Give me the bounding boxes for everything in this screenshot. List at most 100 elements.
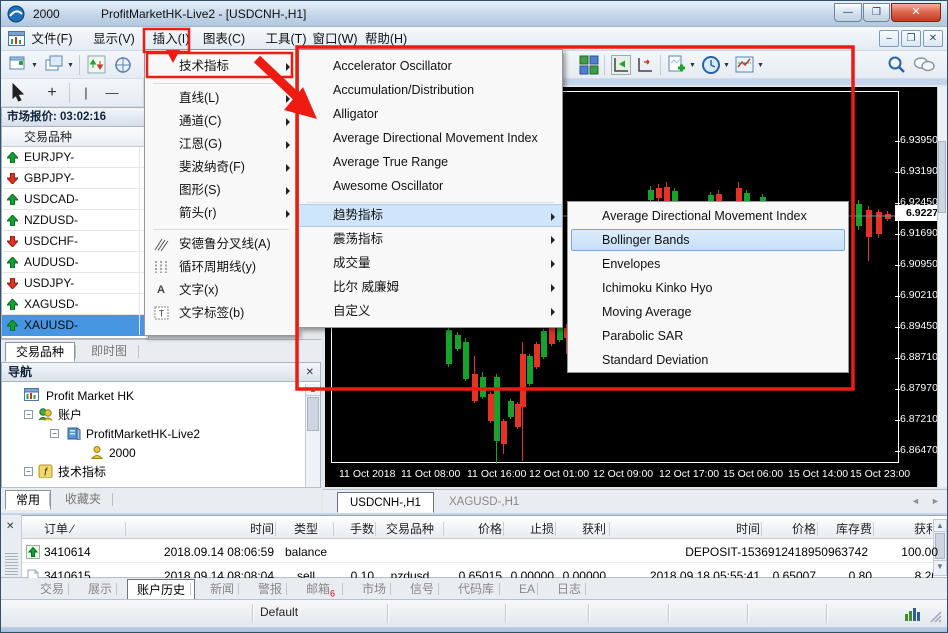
- market-watch-tab-2[interactable]: 即时图: [81, 342, 137, 362]
- navigator-item[interactable]: −ProfitMarketHK-Live2: [6, 425, 296, 443]
- market-watch-row[interactable]: GBPJPY-: [2, 168, 148, 189]
- terminal-tab-市场[interactable]: 市场: [353, 579, 395, 600]
- insert-menu-item-indicators[interactable]: 技术指标: [145, 55, 297, 78]
- tree-expand-toggle[interactable]: −: [50, 429, 59, 438]
- chart-scrollbar-thumb[interactable]: [938, 141, 946, 213]
- profiles-icon[interactable]: [45, 55, 65, 75]
- terminal-column-header[interactable]: 手数: [336, 519, 374, 539]
- insert-menu-item-文字标签(b)[interactable]: 文字标签(b)T: [145, 302, 297, 325]
- menubar-item-6[interactable]: 窗口(W): [312, 29, 358, 49]
- insert-menu-item-循环周期线(y)[interactable]: 循环周期线(y): [145, 256, 297, 279]
- market-watch-row[interactable]: EURJPY-: [2, 147, 148, 168]
- tree-expand-toggle[interactable]: −: [24, 467, 33, 476]
- zoom-icon[interactable]: [887, 55, 907, 75]
- terminal-column-header[interactable]: 价格: [764, 519, 816, 539]
- indicator-item-3[interactable]: Alligator: [299, 103, 562, 126]
- autoscroll-icon[interactable]: [611, 55, 631, 75]
- templates-dropdown[interactable]: ▼: [757, 62, 764, 69]
- chart-tab-2[interactable]: XAGUSD-,H1: [437, 492, 531, 513]
- profiles-dropdown[interactable]: ▼: [67, 62, 74, 69]
- navigator-item[interactable]: Profit Market HK: [6, 387, 296, 405]
- vertical-line-icon[interactable]: |: [75, 82, 97, 104]
- cursor-icon[interactable]: [9, 83, 27, 103]
- chart-tab-1[interactable]: USDCNH-,H1: [337, 492, 434, 513]
- menubar-item-7[interactable]: 帮助(H): [363, 29, 409, 49]
- terminal-tab-新闻[interactable]: 新闻: [201, 579, 243, 600]
- navigator-item[interactable]: −账户: [6, 406, 296, 424]
- market-watch-toggle-icon[interactable]: [87, 55, 107, 75]
- insert-menu-item-2[interactable]: 通道(C): [145, 110, 297, 133]
- terminal-tab-邮箱[interactable]: 邮箱6: [297, 579, 344, 600]
- market-watch-row[interactable]: USDCAD-: [2, 189, 148, 210]
- status-profile[interactable]: Default: [260, 605, 298, 619]
- indicator-group-震荡指标[interactable]: 震荡指标: [299, 228, 562, 251]
- new-chart-icon[interactable]: [9, 55, 29, 75]
- indicator-group-趋势指标[interactable]: 趋势指标: [299, 204, 562, 227]
- trend-item-Envelopes[interactable]: Envelopes: [568, 253, 848, 276]
- trend-item-Parabolic SAR[interactable]: Parabolic SAR: [568, 325, 848, 348]
- child-restore-button[interactable]: ❐: [901, 30, 921, 47]
- add-indicator-dropdown[interactable]: ▼: [689, 62, 696, 69]
- tree-expand-toggle[interactable]: −: [24, 410, 33, 419]
- close-button[interactable]: ✕: [891, 3, 941, 22]
- trend-item-Ichimoku Kinko Hyo[interactable]: Ichimoku Kinko Hyo: [568, 277, 848, 300]
- periods-icon[interactable]: [701, 55, 721, 75]
- tab-scroll-right-icon[interactable]: ►: [931, 496, 940, 506]
- minimize-button[interactable]: —: [834, 3, 862, 22]
- templates-icon[interactable]: [735, 55, 755, 75]
- market-watch-row[interactable]: NZDUSD-: [2, 210, 148, 231]
- horizontal-line-icon[interactable]: —: [101, 82, 123, 104]
- insert-menu-item-6[interactable]: 箭头(r): [145, 202, 297, 225]
- insert-menu-item-1[interactable]: 直线(L): [145, 87, 297, 110]
- market-watch-row[interactable]: AUDUSD-: [2, 252, 148, 273]
- terminal-column-header[interactable]: 交易品种: [378, 519, 442, 539]
- chat-icon[interactable]: [913, 55, 935, 75]
- resize-grip[interactable]: [929, 610, 943, 624]
- menubar-item-2[interactable]: 显示(V): [91, 29, 137, 49]
- tab-scroll-left-icon[interactable]: ◄: [911, 496, 920, 506]
- trend-item-Standard Deviation[interactable]: Standard Deviation: [568, 349, 848, 372]
- terminal-column-header[interactable]: 止损: [506, 519, 554, 539]
- terminal-tab-EA[interactable]: EA: [510, 579, 544, 600]
- navigator-item[interactable]: −f技术指标: [6, 463, 296, 481]
- insert-menu-item-安德鲁分叉线(A)[interactable]: 安德鲁分叉线(A): [145, 233, 297, 256]
- terminal-column-header[interactable]: 时间: [612, 519, 760, 539]
- navigator-close-icon[interactable]: ✕: [306, 363, 314, 382]
- indicator-group-自定义[interactable]: 自定义: [299, 300, 562, 323]
- add-indicator-icon[interactable]: [667, 55, 687, 75]
- navigator-tab-1[interactable]: 常用: [5, 490, 51, 510]
- market-watch-row[interactable]: USDCHF-: [2, 231, 148, 252]
- chart-window-icon[interactable]: [8, 31, 25, 46]
- data-window-icon[interactable]: [113, 55, 133, 75]
- terminal-tab-交易[interactable]: 交易: [31, 579, 73, 600]
- trend-item-Average Directional Movement Index[interactable]: Average Directional Movement Index: [568, 205, 848, 228]
- terminal-column-header[interactable]: 类型: [278, 519, 334, 539]
- terminal-column-header[interactable]: 获利: [876, 519, 938, 539]
- menubar-item-5[interactable]: 工具(T): [263, 29, 309, 49]
- chart-shift-icon[interactable]: [635, 55, 655, 75]
- child-minimize-button[interactable]: –: [879, 30, 899, 47]
- insert-menu-item-5[interactable]: 图形(S): [145, 179, 297, 202]
- indicator-item-1[interactable]: Accelerator Oscillator: [299, 55, 562, 78]
- indicator-item-5[interactable]: Average True Range: [299, 151, 562, 174]
- market-watch-tab-1[interactable]: 交易品种: [5, 342, 75, 362]
- terminal-row[interactable]: 34106152018.09.14 08:08:04sell0.10nzdusd…: [22, 565, 933, 579]
- menubar-item-4[interactable]: 图表(C): [201, 29, 247, 49]
- periods-dropdown[interactable]: ▼: [723, 62, 730, 69]
- terminal-tab-信号[interactable]: 信号: [401, 579, 443, 600]
- terminal-tab-展示[interactable]: 展示: [79, 579, 121, 600]
- indicator-item-4[interactable]: Average Directional Movement Index: [299, 127, 562, 150]
- navigator-item[interactable]: 2000: [6, 444, 296, 462]
- child-close-button[interactable]: ✕: [923, 30, 943, 47]
- indicator-item-6[interactable]: Awesome Oscillator: [299, 175, 562, 198]
- restore-button[interactable]: ❐: [863, 3, 890, 22]
- insert-menu-item-3[interactable]: 江恩(G): [145, 133, 297, 156]
- indicator-item-2[interactable]: Accumulation/Distribution: [299, 79, 562, 102]
- new-chart-dropdown[interactable]: ▼: [31, 62, 38, 69]
- terminal-close-icon[interactable]: ✕: [6, 521, 14, 532]
- market-watch-row[interactable]: USDJPY-: [2, 273, 148, 294]
- terminal-row[interactable]: 34106142018.09.14 08:06:59balance100.00D…: [22, 541, 933, 563]
- crosshair-icon[interactable]: +: [41, 82, 63, 104]
- terminal-tab-代码库[interactable]: 代码库: [449, 579, 503, 600]
- market-watch-row[interactable]: XAGUSD-: [2, 294, 148, 315]
